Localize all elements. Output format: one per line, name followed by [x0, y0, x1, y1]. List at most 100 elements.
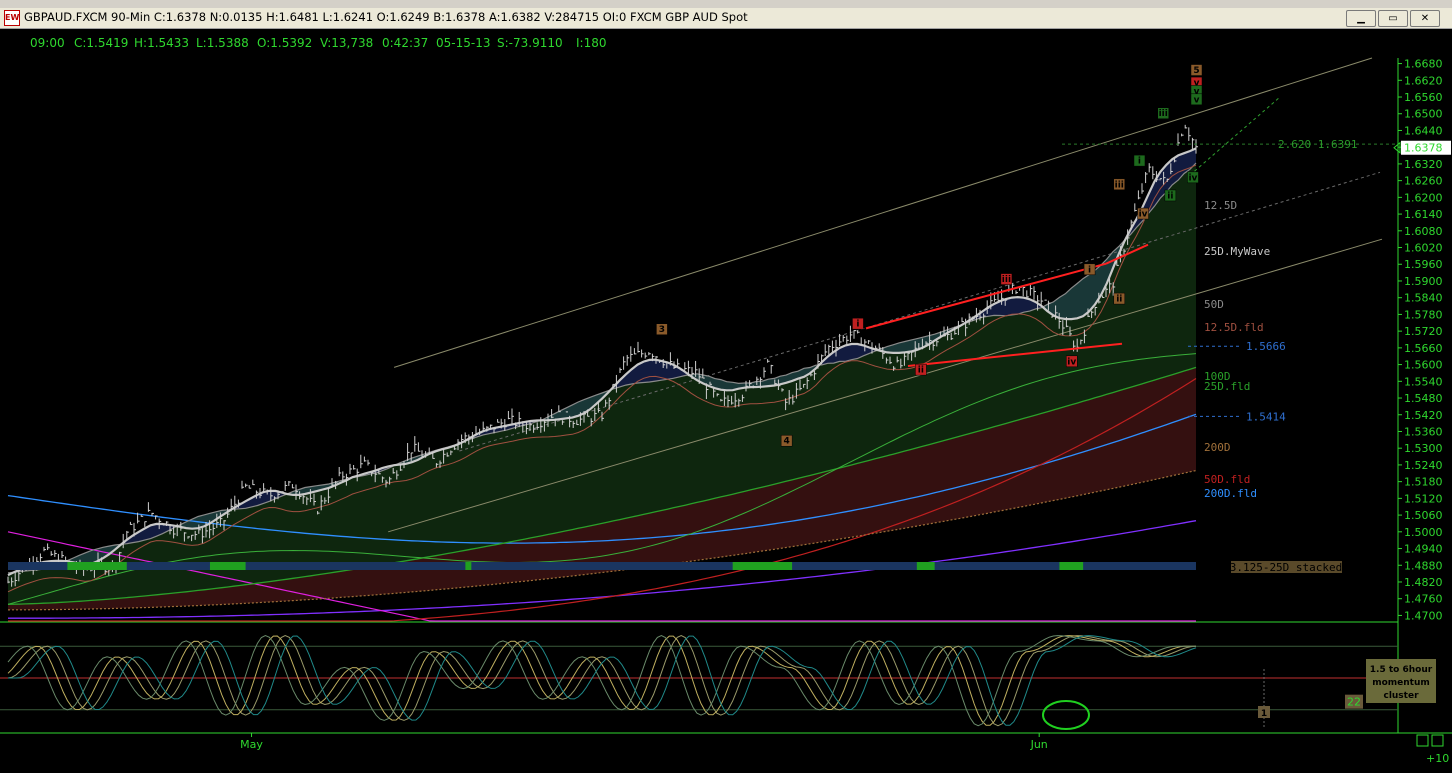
chart-window-titlebar: EW GBPAUD.FXCM 90-Min C:1.6378 N:0.0135 … [0, 8, 1452, 29]
y-tick-label: 1.5180 [1404, 476, 1443, 489]
y-tick-label: 1.5780 [1404, 308, 1443, 321]
stacked-label: 3.125-25D stacked [1230, 561, 1343, 574]
chart-area[interactable]: 09:00 C:1.5419 H:1.5433 L:1.5388 O:1.539… [0, 29, 1452, 773]
fib-level-label: 2.620 1.6391 [1278, 138, 1357, 151]
wave-label: 5 [1193, 66, 1199, 76]
price-chart: 2.620 1.6391 1.5666 1.5414 12.5D 25D.MyWave 5… [0, 57, 1452, 765]
info-bar: 09:00 C:1.5419 H:1.5433 L:1.5388 O:1.539… [30, 36, 607, 50]
x-tick-label: Jun [1030, 738, 1048, 751]
y-tick-label: 1.5000 [1404, 526, 1443, 539]
level-200d-fld-label: 200D.fld [1204, 487, 1257, 500]
info-open: O:1.5392 [257, 36, 312, 50]
wave-label: v [1194, 95, 1200, 105]
y-tick-label: 1.6500 [1404, 108, 1443, 121]
mom-cycle-label: 1 [1261, 709, 1267, 719]
projection-line [1189, 96, 1281, 176]
wave-label: ii [1167, 191, 1173, 201]
y-tick-label: 1.5900 [1404, 275, 1443, 288]
oscillator-line-1 [7, 635, 1196, 726]
y-tick-label: 1.4760 [1404, 593, 1443, 606]
maximize-panel-icon [1431, 734, 1444, 747]
y-tick-label: 1.6320 [1404, 158, 1443, 171]
wave-label: iv [1139, 210, 1148, 220]
y-tick-label: 1.5960 [1404, 258, 1443, 271]
y-tick-label: 1.5420 [1404, 409, 1443, 422]
info-low: L:1.5388 [196, 36, 249, 50]
y-tick-label: 1.6680 [1404, 58, 1443, 71]
wave-label: ii [1116, 295, 1122, 305]
wave-label: iii [1115, 180, 1124, 190]
level-25d-mywave-label: 25D.MyWave [1204, 245, 1270, 258]
y-tick-label: 1.5660 [1404, 342, 1443, 355]
info-elapsed: 0:42:37 [382, 36, 428, 50]
level-1-5414-label: 1.5414 [1246, 410, 1286, 423]
momentum-cluster-line: 1.5 to 6hour [1370, 665, 1433, 675]
stacked-active-5 [1059, 562, 1084, 570]
price-tag: 1.6378 [1404, 142, 1443, 155]
wave-label: iii [1002, 275, 1011, 285]
wave-label: iii [1159, 109, 1168, 119]
y-tick-label: 1.6260 [1404, 175, 1443, 188]
stacked-active-0 [67, 562, 127, 570]
info-close: C:1.5419 [74, 36, 128, 50]
info-i-value: I:180 [576, 36, 607, 50]
momentum-highlight-circle [1042, 700, 1090, 730]
stacked-active-4 [916, 562, 935, 570]
x-tick-label: May [240, 738, 263, 751]
level-12-5d-fld-label: 12.5D.fld [1204, 321, 1264, 334]
y-tick-label: 1.6200 [1404, 191, 1443, 204]
y-tick-label: 1.4940 [1404, 543, 1443, 556]
momentum-value: 22 [1347, 696, 1361, 709]
y-tick-label: 1.5060 [1404, 509, 1443, 522]
info-date: 05-15-13 [436, 36, 490, 50]
restore-panel-icon [1416, 734, 1429, 747]
y-tick-label: 1.5300 [1404, 442, 1443, 455]
y-tick-label: 1.6620 [1404, 74, 1443, 87]
corner-label: +10 [1426, 752, 1449, 765]
y-tick-label: 1.6440 [1404, 124, 1443, 137]
y-tick-label: 1.5480 [1404, 392, 1443, 405]
y-tick-label: 1.5360 [1404, 425, 1443, 438]
level-200d-label: 200D [1204, 441, 1231, 454]
y-tick-label: 1.6140 [1404, 208, 1443, 221]
wave-label: i [1138, 157, 1141, 167]
y-tick-label: 1.5600 [1404, 359, 1443, 372]
level-50d-label: 50D [1204, 298, 1224, 311]
level-12-5d-label: 12.5D [1204, 199, 1237, 212]
maximize-button[interactable]: ▭ [1378, 10, 1408, 27]
info-volume: V:13,738 [320, 36, 373, 50]
wave-label: 4 [784, 437, 790, 447]
wave-label: i [1088, 265, 1091, 275]
y-tick-label: 1.4880 [1404, 559, 1443, 572]
chart-canvas[interactable]: 09:00 C:1.5419 H:1.5433 L:1.5388 O:1.539… [0, 29, 1452, 773]
y-tick-label: 1.5120 [1404, 492, 1443, 505]
close-button[interactable]: ✕ [1410, 10, 1440, 27]
y-tick-label: 1.5720 [1404, 325, 1443, 338]
info-high: H:1.5433 [134, 36, 189, 50]
stacked-active-2 [465, 562, 472, 570]
y-tick-label: 1.5240 [1404, 459, 1443, 472]
info-time: 09:00 [30, 36, 65, 50]
y-tick-label: 1.6080 [1404, 225, 1443, 238]
wave-label: iv [1188, 173, 1197, 183]
y-tick-label: 1.4820 [1404, 576, 1443, 589]
window-title: GBPAUD.FXCM 90-Min C:1.6378 N:0.0135 H:1… [24, 10, 748, 24]
stacked-cycle-bar [8, 562, 1196, 570]
level-25d-fld-label: 25D.fld [1204, 380, 1250, 393]
momentum-cluster-line: momentum [1372, 678, 1430, 688]
stacked-active-3 [732, 562, 793, 570]
y-tick-label: 1.6560 [1404, 91, 1443, 104]
wave-label: i [856, 320, 859, 330]
y-tick-label: 1.5840 [1404, 292, 1443, 305]
y-tick-label: 1.6020 [1404, 242, 1443, 255]
wave-label: 3 [659, 325, 665, 335]
y-tick-label: 1.4700 [1404, 609, 1443, 622]
y-tick-label: 1.5540 [1404, 375, 1443, 388]
minimize-button[interactable]: ▁ [1346, 10, 1376, 27]
app-icon: EW [4, 10, 20, 26]
stacked-active-1 [209, 562, 246, 570]
wave-label: iv [1067, 357, 1076, 367]
level-1-5666-label: 1.5666 [1246, 340, 1286, 353]
info-s-value: S:-73.9110 [497, 36, 563, 50]
level-50d-fld-label: 50D.fld [1204, 473, 1250, 486]
